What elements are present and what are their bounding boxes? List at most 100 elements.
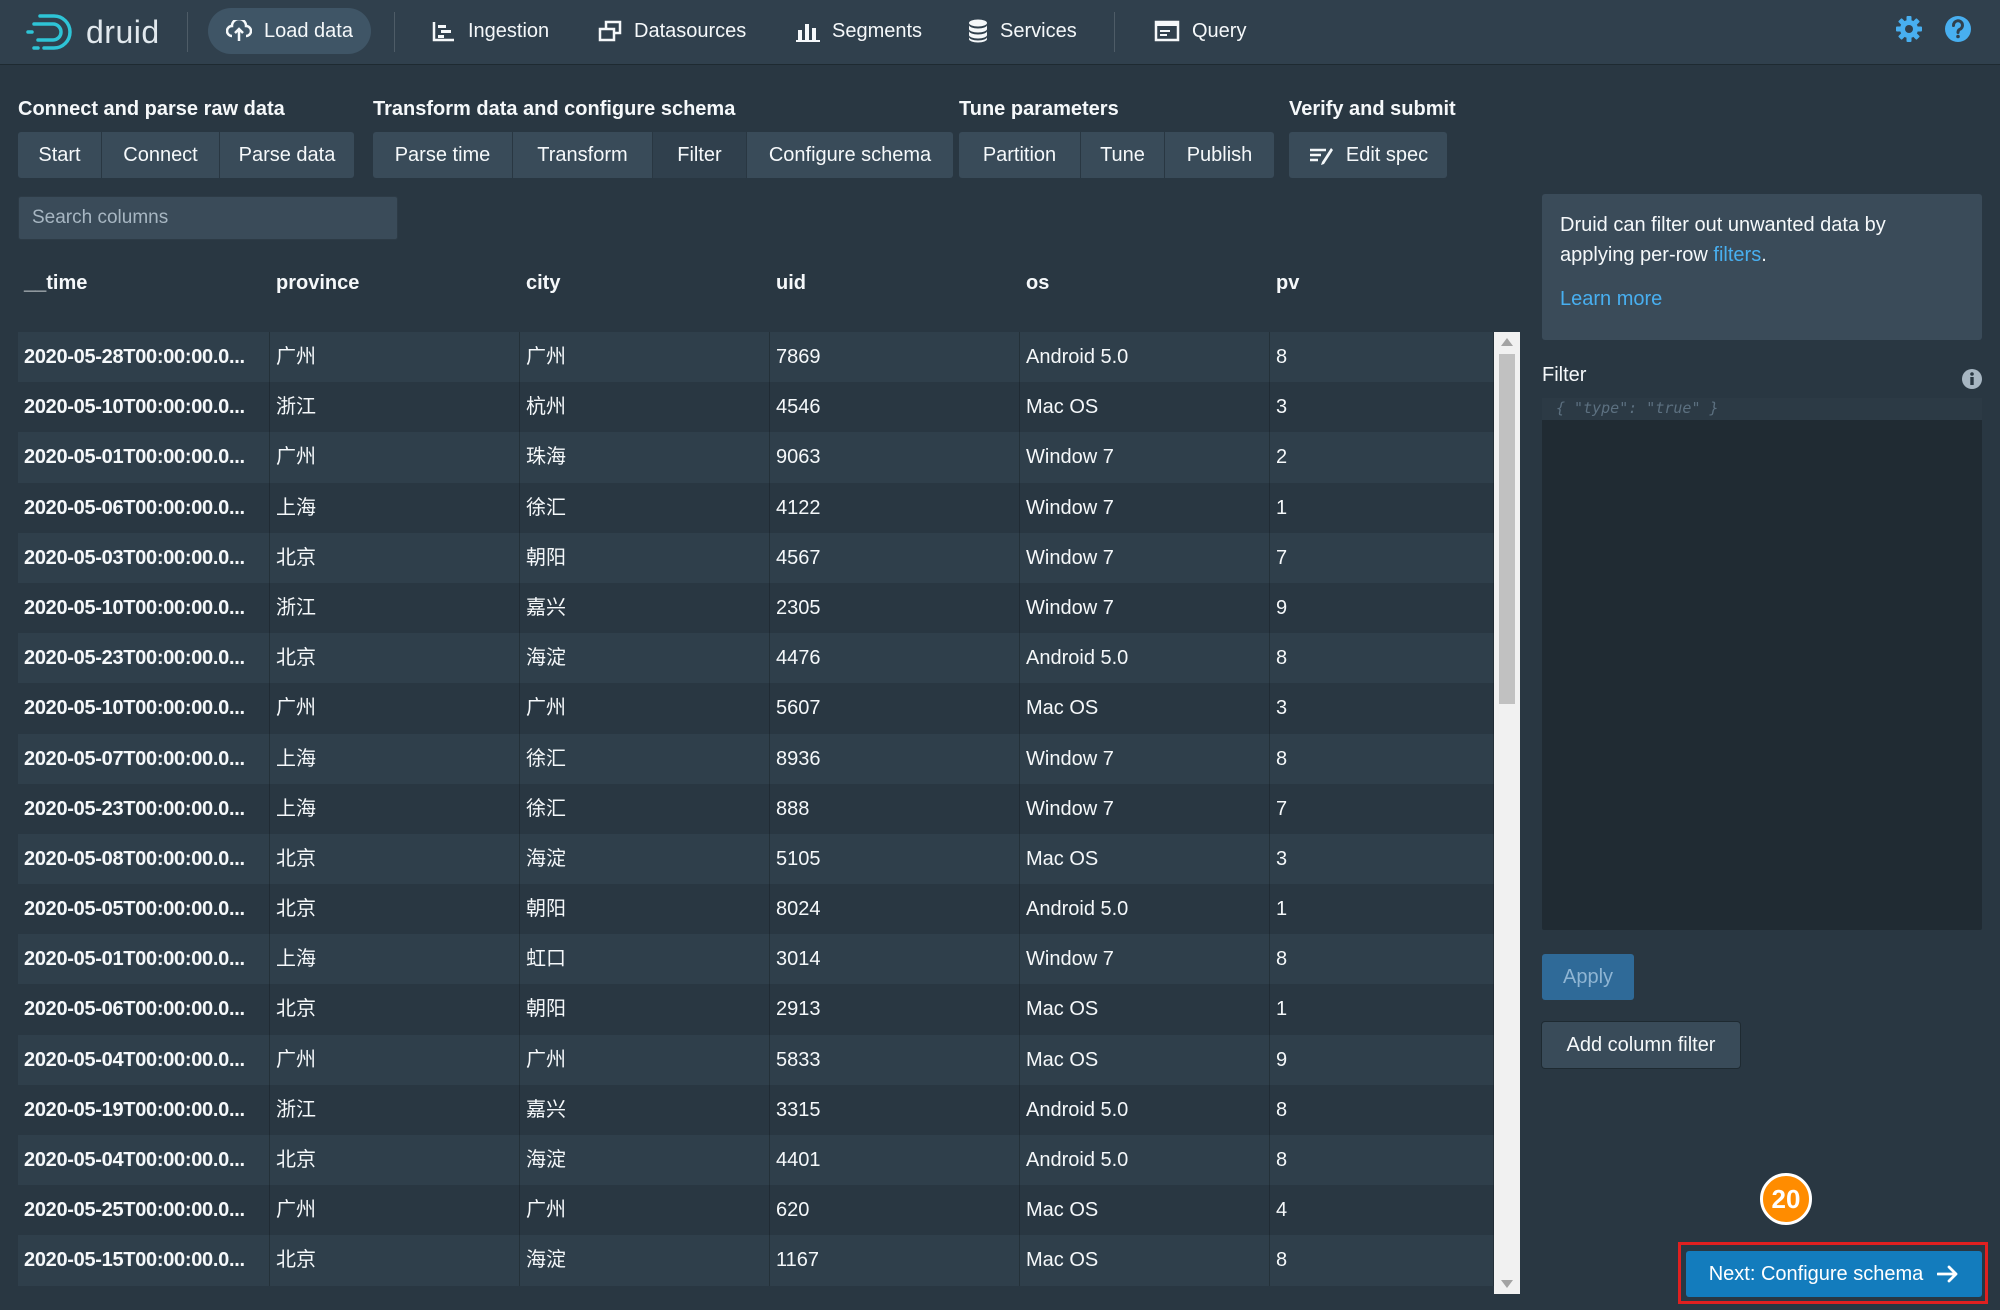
cell-uid: 7869 <box>770 332 1020 383</box>
step-connect-button[interactable]: Connect <box>102 132 220 178</box>
table-row: 2020-05-08T00:00:00.0... 北京 海淀 5105 Mac OS 3 <box>18 833 1494 885</box>
info-sign-icon[interactable] <box>1961 368 1983 390</box>
cell-province: 广州 <box>270 683 520 734</box>
table-row: 2020-05-05T00:00:00.0... 北京 朝阳 8024 Android … <box>18 884 1494 935</box>
druid-logo-icon <box>26 14 72 50</box>
cell-time: 2020-05-10T00:00:00.0... <box>18 382 270 433</box>
cell-city: 朝阳 <box>520 884 770 935</box>
step-publish-button[interactable]: Publish <box>1165 132 1274 178</box>
cell-city: 海淀 <box>520 833 770 885</box>
cell-pv: 3 <box>1270 382 1494 433</box>
database-icon <box>969 19 987 43</box>
table-row: 2020-05-06T00:00:00.0... 上海 徐汇 4122 Window 7… <box>18 482 1494 533</box>
step-tune-button[interactable]: Tune <box>1081 132 1165 178</box>
top-navbar: druid Load data Ingestion Datasources Se… <box>0 0 2000 64</box>
column-header-province[interactable]: province <box>276 272 359 295</box>
step-parse-time-button[interactable]: Parse time <box>373 132 513 178</box>
table-row: 2020-05-25T00:00:00.0... 广州 广州 620 Mac OS 4 <box>18 1185 1494 1236</box>
application-icon <box>1154 20 1180 42</box>
column-header-os[interactable]: os <box>1026 272 1049 295</box>
table-scrollbar[interactable] <box>1494 332 1520 1294</box>
step-configure-schema-button[interactable]: Configure schema <box>747 132 953 178</box>
table-row: 2020-05-10T00:00:00.0... 广州 广州 5607 Mac OS 3 <box>18 683 1494 734</box>
cell-province: 浙江 <box>270 382 520 433</box>
cell-os: Android 5.0 <box>1020 633 1270 684</box>
cell-os: Mac OS <box>1020 1034 1270 1085</box>
druid-logo[interactable]: druid <box>26 8 160 56</box>
cell-uid: 3315 <box>770 1084 1020 1135</box>
table-row: 2020-05-19T00:00:00.0... 浙江 嘉兴 3315 Android … <box>18 1084 1494 1135</box>
cell-time: 2020-05-06T00:00:00.0... <box>18 984 270 1035</box>
nav-query-button[interactable]: Query <box>1136 8 1264 54</box>
cell-uid: 3014 <box>770 934 1020 985</box>
apply-button[interactable]: Apply <box>1542 954 1634 1000</box>
cell-city: 广州 <box>520 1185 770 1236</box>
cell-os: Mac OS <box>1020 1185 1270 1236</box>
add-column-filter-button[interactable]: Add column filter <box>1542 1022 1740 1068</box>
column-header-pv[interactable]: pv <box>1276 272 1299 295</box>
step-start-button[interactable]: Start <box>18 132 102 178</box>
scroll-up-arrow-icon[interactable] <box>1501 338 1513 346</box>
filters-doc-link[interactable]: filters <box>1713 244 1761 266</box>
help-icon[interactable] <box>1943 14 1973 44</box>
nav-datasources-button[interactable]: Datasources <box>580 8 764 54</box>
cell-province: 北京 <box>270 633 520 684</box>
filter-json-editor[interactable]: { "type": "true" } <box>1542 398 1982 930</box>
cell-uid: 4476 <box>770 633 1020 684</box>
cell-uid: 2913 <box>770 984 1020 1035</box>
druid-logo-text: druid <box>86 13 160 50</box>
cell-pv: 8 <box>1270 1135 1494 1186</box>
cell-province: 浙江 <box>270 582 520 634</box>
cell-city: 朝阳 <box>520 984 770 1035</box>
cell-city: 朝阳 <box>520 532 770 583</box>
step-group-title-tune: Tune parameters <box>959 98 1119 120</box>
step-transform-button[interactable]: Transform <box>513 132 653 178</box>
cell-os: Mac OS <box>1020 1235 1270 1286</box>
cell-uid: 8936 <box>770 733 1020 784</box>
cell-city: 徐汇 <box>520 783 770 834</box>
learn-more-link[interactable]: Learn more <box>1560 288 1662 310</box>
cell-os: Mac OS <box>1020 833 1270 885</box>
cell-uid: 4567 <box>770 532 1020 583</box>
step-edit-spec-button[interactable]: Edit spec <box>1289 132 1447 178</box>
column-header-time[interactable]: __time <box>24 272 87 295</box>
column-header-city[interactable]: city <box>526 272 560 295</box>
nav-segments-button[interactable]: Segments <box>778 8 940 54</box>
cell-time: 2020-05-15T00:00:00.0... <box>18 1235 270 1286</box>
nav-datasources-label: Datasources <box>634 19 747 42</box>
search-columns-input[interactable] <box>18 196 398 240</box>
table-row: 2020-05-10T00:00:00.0... 浙江 杭州 4546 Mac OS 3 <box>18 382 1494 433</box>
column-header-uid[interactable]: uid <box>776 272 806 295</box>
scroll-down-arrow-icon[interactable] <box>1501 1280 1513 1288</box>
nav-load-data-button[interactable]: Load data <box>208 8 371 54</box>
data-table: __time province city uid os pv 2020-05-2… <box>18 250 1520 1294</box>
cell-province: 上海 <box>270 934 520 985</box>
step-group-verify: Edit spec <box>1289 132 1447 178</box>
step-partition-button[interactable]: Partition <box>959 132 1081 178</box>
cell-province: 上海 <box>270 482 520 533</box>
step-number-badge: 20 <box>1760 1173 1812 1225</box>
table-row: 2020-05-28T00:00:00.0... 广州 广州 7869 Android … <box>18 332 1494 383</box>
step-parse-data-button[interactable]: Parse data <box>220 132 354 178</box>
nav-divider <box>394 12 395 52</box>
next-configure-schema-button[interactable]: Next: Configure schema <box>1686 1251 1982 1297</box>
cell-city: 虹口 <box>520 934 770 985</box>
cell-time: 2020-05-06T00:00:00.0... <box>18 482 270 533</box>
nav-services-button[interactable]: Services <box>950 8 1095 54</box>
scrollbar-thumb[interactable] <box>1499 354 1515 704</box>
cell-os: Android 5.0 <box>1020 332 1270 383</box>
nav-ingestion-button[interactable]: Ingestion <box>414 8 567 54</box>
cell-time: 2020-05-10T00:00:00.0... <box>18 582 270 634</box>
filter-info-callout: Druid can filter out unwanted data by ap… <box>1542 194 1982 340</box>
cell-pv: 9 <box>1270 582 1494 634</box>
gantt-chart-icon <box>432 22 454 42</box>
arrow-right-icon <box>1937 1265 1958 1283</box>
step-group-title-verify: Verify and submit <box>1289 98 1456 120</box>
table-row: 2020-05-23T00:00:00.0... 北京 海淀 4476 Android … <box>18 633 1494 684</box>
cell-province: 北京 <box>270 884 520 935</box>
step-filter-button[interactable]: Filter <box>653 132 747 178</box>
cell-time: 2020-05-10T00:00:00.0... <box>18 683 270 734</box>
cell-uid: 620 <box>770 1185 1020 1236</box>
table-row: 2020-05-01T00:00:00.0... 上海 虹口 3014 Window 7… <box>18 934 1494 985</box>
settings-gear-icon[interactable] <box>1894 14 1924 44</box>
